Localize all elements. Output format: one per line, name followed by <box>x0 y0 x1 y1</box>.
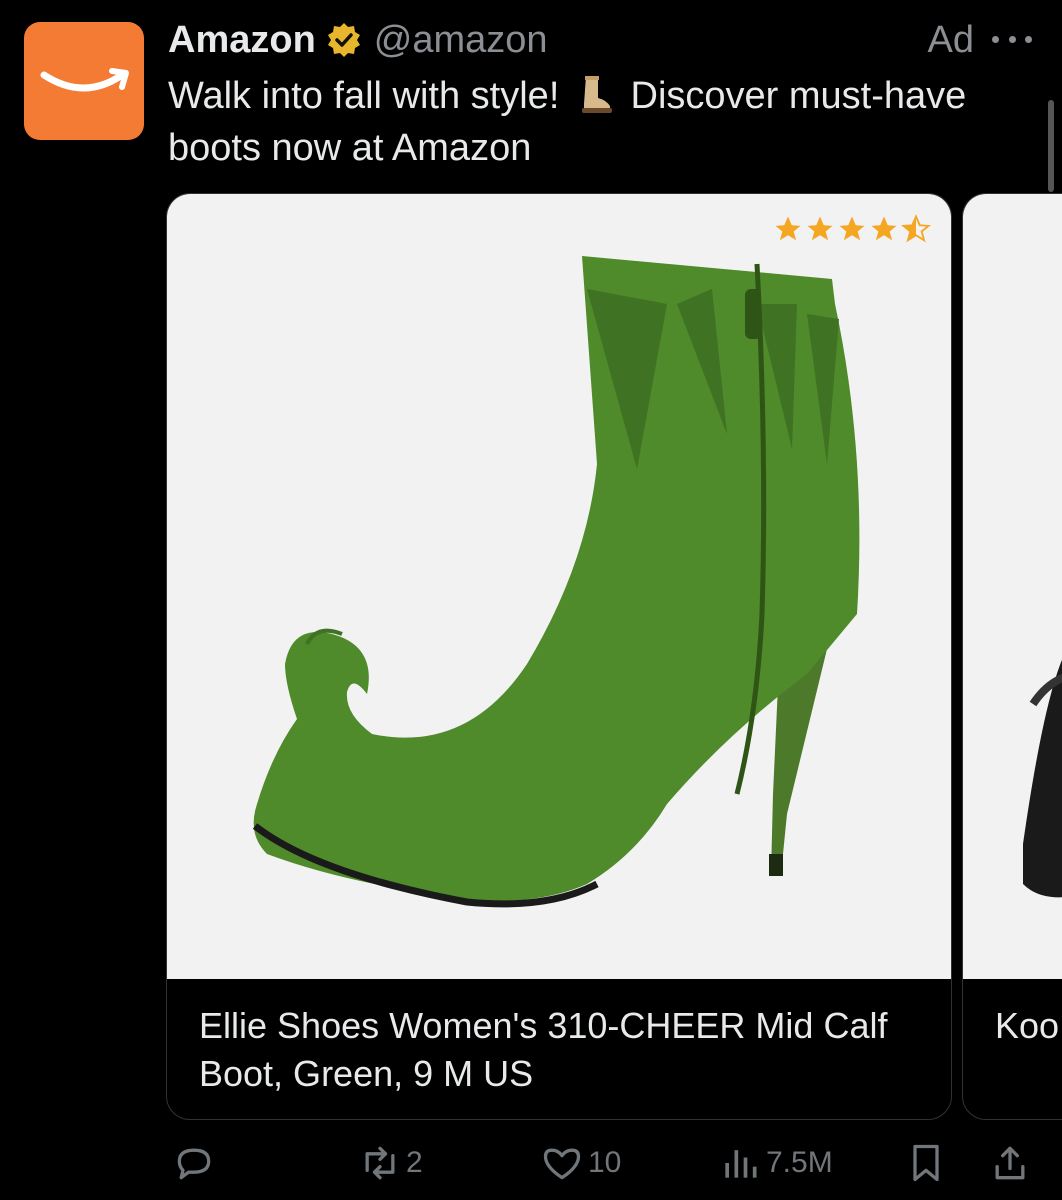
product-title[interactable]: Ellie Shoes Women's 310-CHEER Mid Calf B… <box>199 1002 919 1098</box>
verified-badge-icon[interactable] <box>326 22 362 58</box>
share-button[interactable] <box>988 1138 1032 1188</box>
amazon-smile-logo-icon <box>40 68 129 92</box>
post-header: Amazon @amazon <box>168 18 548 62</box>
black-boot-image <box>1023 659 1062 898</box>
product-image[interactable] <box>167 194 951 979</box>
views-button[interactable]: 7.5M <box>718 1138 833 1188</box>
repost-count: 2 <box>406 1146 423 1179</box>
star-full-icon <box>775 216 801 241</box>
views-bar-chart-icon <box>725 1150 757 1178</box>
like-count: 10 <box>588 1146 622 1179</box>
like-button[interactable]: 10 <box>540 1138 621 1188</box>
star-full-icon <box>839 216 865 241</box>
repost-icon <box>365 1146 395 1180</box>
more-options-icon[interactable] <box>992 24 1032 54</box>
author-name[interactable]: Amazon <box>168 19 316 62</box>
reply-icon <box>177 1148 211 1180</box>
views-count: 7.5M <box>766 1146 833 1179</box>
product-rating <box>771 214 931 244</box>
repost-button[interactable]: 2 <box>358 1138 423 1188</box>
green-elf-boot-image <box>252 256 860 908</box>
heart-icon <box>543 1148 581 1180</box>
bookmark-button[interactable] <box>904 1138 948 1188</box>
product-title-next[interactable]: Koo Slip <box>995 1002 1062 1050</box>
scrollbar[interactable] <box>1048 100 1054 192</box>
product-image-next[interactable] <box>963 194 1062 979</box>
author-handle[interactable]: @amazon <box>374 19 548 62</box>
post-text: Walk into fall with style! Discover must… <box>168 70 1048 174</box>
avatar[interactable] <box>24 22 144 140</box>
product-card[interactable]: Ellie Shoes Women's 310-CHEER Mid Calf B… <box>166 193 952 1120</box>
post-text-part1: Walk into fall with style! <box>168 75 560 117</box>
star-half-icon <box>901 214 931 243</box>
star-full-icon <box>871 216 897 241</box>
bookmark-icon <box>913 1144 939 1182</box>
share-icon <box>995 1146 1025 1180</box>
boot-emoji-icon <box>581 76 612 113</box>
action-bar: 2 10 7.5M <box>0 1138 1062 1188</box>
reply-button[interactable] <box>172 1138 216 1188</box>
product-card-next[interactable]: Koo Slip <box>962 193 1062 1120</box>
ad-label: Ad <box>927 18 974 61</box>
star-full-icon <box>807 216 833 241</box>
